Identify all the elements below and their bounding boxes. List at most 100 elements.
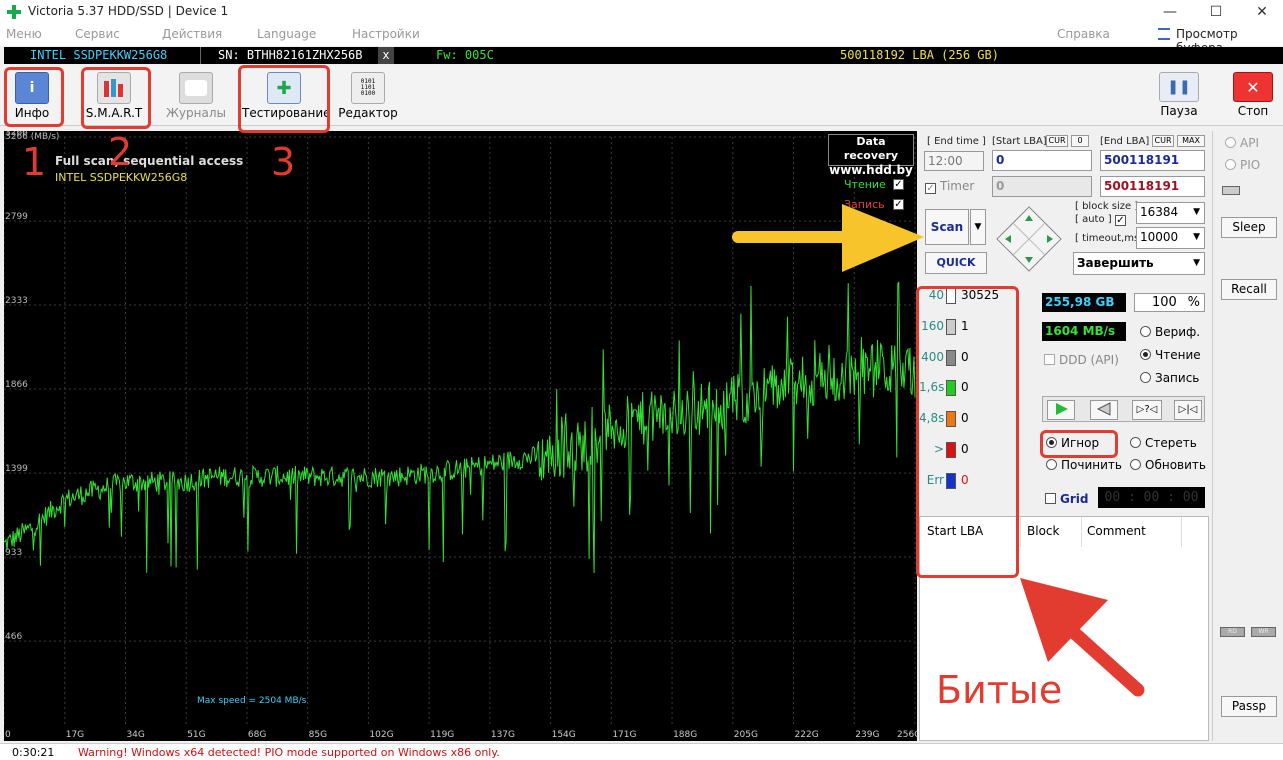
editor-button[interactable]: 0101 1101 0100 Редактор xyxy=(338,70,398,124)
refresh-radio[interactable]: Обновить xyxy=(1130,458,1206,472)
block-size-select[interactable]: 16384 ▼ xyxy=(1136,202,1205,224)
timer-checkbox[interactable]: ✓ Timer xyxy=(925,179,974,194)
y-tick-label: 1866 xyxy=(5,380,28,390)
wr-indicator: WR xyxy=(1251,627,1276,637)
sleep-button[interactable]: Sleep xyxy=(1221,217,1277,238)
end-time-label: [ End time ] xyxy=(927,136,986,147)
x-tick-label: 17G xyxy=(66,730,84,740)
editor-icon: 0101 1101 0100 xyxy=(351,72,385,104)
drive-serial: SN: BTHH82161ZHX256B xyxy=(218,48,363,62)
reverse-button[interactable] xyxy=(1090,400,1118,420)
end-lba-input[interactable]: 500118191 xyxy=(1100,150,1205,171)
start-lba-input[interactable]: 0 xyxy=(992,150,1092,171)
verify-radio[interactable]: Вериф. xyxy=(1140,325,1200,339)
grid-checkbox[interactable]: Grid xyxy=(1045,492,1088,506)
menu-item-service[interactable]: Сервис xyxy=(75,27,120,41)
menu-item-language[interactable]: Language xyxy=(257,27,316,41)
menu-item-help[interactable]: Справка xyxy=(1057,27,1110,41)
graph-write-checkbox[interactable]: ✓ xyxy=(893,199,904,210)
drive-close-button[interactable]: x xyxy=(378,47,394,64)
drive-lba: 500118192 LBA (256 GB) xyxy=(840,48,999,62)
quick-button[interactable]: QUICK xyxy=(925,252,987,274)
drive-model: INTEL SSDPEKKW256G8 xyxy=(30,48,168,62)
repair-radio[interactable]: Починить xyxy=(1046,458,1122,472)
drive-firmware: Fw: 005C xyxy=(436,48,494,62)
passp-button[interactable]: Passp xyxy=(1221,696,1277,717)
annotation-number-1: 1 xyxy=(22,140,47,184)
x-tick-label: 51G xyxy=(187,730,205,740)
app-cross-icon xyxy=(7,5,21,19)
read-radio[interactable]: Чтение xyxy=(1140,348,1201,362)
pio-radio[interactable]: PIO xyxy=(1225,158,1260,172)
timeout-select[interactable]: 10000 ▼ xyxy=(1136,227,1205,249)
auto-label: [ auto ] xyxy=(1075,214,1112,225)
recall-button[interactable]: Recall xyxy=(1221,279,1277,300)
right-sidebar: API PIO Sleep Recall RD WR Passp xyxy=(1212,131,1283,741)
x-tick-label: 188G xyxy=(673,730,697,740)
finish-select[interactable]: Завершить ▼ xyxy=(1073,252,1205,275)
stop-button[interactable]: ✕ Стоп xyxy=(1232,70,1274,124)
annotation-box-info xyxy=(4,67,64,127)
x-tick-label: 137G xyxy=(491,730,515,740)
block-size-label: [ block size ] xyxy=(1075,201,1139,212)
start-lba-cur-button[interactable]: CUR xyxy=(1046,135,1068,147)
x-tick-label: 85G xyxy=(309,730,327,740)
menu-item-menu[interactable]: Меню xyxy=(6,27,42,41)
speed-graph: 0 17G 34G 51G 68G 85G 102G 119G 137G 154G 171G 188G… xyxy=(4,131,917,741)
toolbar: i Инфо S.M.A.R.T Журналы ✚ Тестирование … xyxy=(0,66,1283,126)
x-tick-label: 239G xyxy=(855,730,879,740)
api-radio[interactable]: API xyxy=(1225,136,1259,150)
annotation-box-ignore xyxy=(1040,430,1118,458)
end-lba-cur-button[interactable]: CUR xyxy=(1152,135,1174,147)
logs-button[interactable]: Журналы xyxy=(166,70,226,124)
menu-bar: Меню Сервис Действия Language Настройки … xyxy=(0,24,1283,55)
annotation-number-3: 3 xyxy=(271,140,296,184)
window-title: Victoria 5.37 HDD/SSD | Device 1 xyxy=(28,4,229,18)
x-tick-label: 205G xyxy=(734,730,758,740)
play-button[interactable] xyxy=(1047,400,1075,420)
close-button[interactable]: ✕ xyxy=(1252,2,1272,22)
annotation-box-smart xyxy=(81,67,151,129)
annotation-number-2: 2 xyxy=(108,130,133,174)
x-tick-label: 34G xyxy=(126,730,144,740)
x-tick-label: 0 xyxy=(5,730,11,740)
status-time: 0:30:21 xyxy=(12,746,55,759)
auto-checkbox[interactable]: ✓ xyxy=(1115,215,1126,226)
minimize-button[interactable]: — xyxy=(1160,2,1180,22)
x-tick-label: 154G xyxy=(552,730,576,740)
start-lba-zero-button[interactable]: 0 xyxy=(1071,135,1089,147)
graph-read-checkbox[interactable]: ✓ xyxy=(893,179,904,190)
stop-icon: ✕ xyxy=(1233,72,1273,102)
erase-radio[interactable]: Стереть xyxy=(1130,436,1197,450)
menu-item-actions[interactable]: Действия xyxy=(162,27,222,41)
y-tick-label: 466 xyxy=(5,632,22,642)
x-tick-label: 256G xyxy=(897,730,917,740)
list-icon xyxy=(1158,28,1170,40)
end-lba-input-2[interactable]: 500118191 xyxy=(1100,176,1205,197)
end-lba-max-button[interactable]: MAX xyxy=(1177,135,1205,147)
progress-percent: 100% xyxy=(1134,293,1205,312)
random-button[interactable]: ▷?◁ xyxy=(1132,400,1162,420)
y-tick-label: 933 xyxy=(5,548,22,558)
end-time-input[interactable]: 12:00 xyxy=(924,151,984,171)
direction-pad[interactable] xyxy=(995,205,1063,273)
logs-icon xyxy=(179,72,213,104)
scan-button[interactable]: Scan xyxy=(925,209,969,245)
graph-read-label: Чтение xyxy=(844,178,886,191)
maximize-button[interactable]: ☐ xyxy=(1206,2,1226,22)
y-tick-label: 1399 xyxy=(5,464,28,474)
write-radio[interactable]: Запись xyxy=(1140,371,1199,385)
graph-max-speed: Max speed = 2504 MB/s xyxy=(197,696,307,706)
data-recovery-badge: Data recovery www.hdd.by xyxy=(828,134,914,177)
ddd-checkbox[interactable]: DDD (API) xyxy=(1044,353,1119,367)
title-bar: Victoria 5.37 HDD/SSD | Device 1 — ☐ ✕ xyxy=(0,0,1283,24)
menu-item-settings[interactable]: Настройки xyxy=(352,27,420,41)
grid-timer: 00 : 00 : 00 xyxy=(1098,487,1205,508)
end-lba-label: [End LBA] xyxy=(1100,136,1150,147)
scan-dropdown-button[interactable]: ▼ xyxy=(970,209,986,245)
port-indicator xyxy=(1222,186,1240,195)
rd-indicator: RD xyxy=(1220,627,1245,637)
pause-button[interactable]: ❚❚ Пауза xyxy=(1158,70,1200,124)
butterfly-button[interactable]: ▷|◁ xyxy=(1174,400,1202,420)
timer-input[interactable]: 0 xyxy=(992,176,1092,197)
